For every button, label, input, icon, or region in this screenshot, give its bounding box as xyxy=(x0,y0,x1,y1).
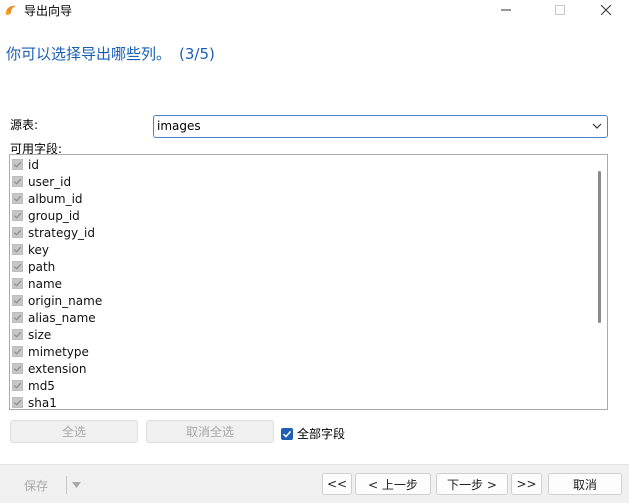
source-table-value: images xyxy=(157,119,201,133)
field-row[interactable]: origin_name xyxy=(12,292,102,309)
navicat-app-icon xyxy=(4,3,18,17)
field-name: id xyxy=(28,157,39,172)
field-row[interactable]: size xyxy=(12,326,51,343)
checkbox-checked-icon[interactable] xyxy=(12,159,23,170)
source-table-select[interactable]: images xyxy=(153,115,608,138)
checkbox-checked-icon[interactable] xyxy=(12,312,23,323)
field-name: mimetype xyxy=(28,344,89,359)
checkbox-checked-icon[interactable] xyxy=(12,244,23,255)
close-icon xyxy=(601,5,611,15)
first-step-button[interactable]: << xyxy=(322,473,352,495)
minimize-button[interactable] xyxy=(483,0,529,20)
field-name: strategy_id xyxy=(28,225,96,240)
field-row[interactable]: id xyxy=(12,156,39,173)
checkbox-checked-icon[interactable] xyxy=(12,295,23,306)
checkbox-checked-icon[interactable] xyxy=(12,278,23,289)
checkbox-checked-icon xyxy=(281,427,293,440)
next-step-button[interactable]: 下一步 > xyxy=(436,473,508,495)
save-button-label: 保存 xyxy=(23,478,48,493)
step-indicator: (3/5) xyxy=(179,45,215,63)
maximize-button[interactable] xyxy=(537,0,583,20)
field-name: album_id xyxy=(28,191,83,206)
window-title: 导出向导 xyxy=(24,4,73,18)
checkbox-checked-icon[interactable] xyxy=(12,227,23,238)
field-row[interactable]: alias_name xyxy=(12,309,96,326)
field-row[interactable]: extension xyxy=(12,360,87,377)
last-step-button[interactable]: >> xyxy=(511,473,542,495)
save-split-button[interactable]: 保存 xyxy=(6,474,86,496)
field-name: path xyxy=(28,259,56,274)
field-name: extension xyxy=(28,361,87,376)
page-heading: 你可以选择导出哪些列。 (3/5) xyxy=(6,43,215,64)
deselect-all-button[interactable]: 取消全选 xyxy=(146,420,274,443)
previous-step-button[interactable]: < 上一步 xyxy=(355,473,431,495)
heading-text: 你可以选择导出哪些列。 xyxy=(6,45,172,63)
caret-down-icon[interactable] xyxy=(67,482,85,488)
checkbox-checked-icon[interactable] xyxy=(12,397,23,408)
chevron-down-icon xyxy=(592,123,602,129)
field-row[interactable]: mimetype xyxy=(12,343,89,360)
checkbox-checked-icon[interactable] xyxy=(12,346,23,357)
scrollbar[interactable] xyxy=(598,171,601,323)
maximize-icon xyxy=(555,5,565,15)
field-name: user_id xyxy=(28,174,72,189)
field-row[interactable]: path xyxy=(12,258,55,275)
cancel-button[interactable]: 取消 xyxy=(548,473,622,495)
field-name: group_id xyxy=(28,208,80,223)
all-fields-label: 全部字段 xyxy=(297,427,346,441)
field-row[interactable]: md5 xyxy=(12,377,55,394)
field-name: sha1 xyxy=(28,395,57,410)
checkbox-checked-icon[interactable] xyxy=(12,193,23,204)
field-name: md5 xyxy=(28,378,55,393)
title-bar: 导出向导 xyxy=(0,0,629,20)
field-row[interactable]: user_id xyxy=(12,173,71,190)
field-row[interactable]: group_id xyxy=(12,207,80,224)
checkbox-checked-icon[interactable] xyxy=(12,329,23,340)
field-name: key xyxy=(28,242,50,257)
select-all-button[interactable]: 全选 xyxy=(10,420,138,443)
close-button[interactable] xyxy=(583,0,629,20)
checkbox-checked-icon[interactable] xyxy=(12,380,23,391)
checkbox-checked-icon[interactable] xyxy=(12,363,23,374)
field-row[interactable]: name xyxy=(12,275,62,292)
checkbox-checked-icon[interactable] xyxy=(12,210,23,221)
field-name: alias_name xyxy=(28,310,96,325)
fields-list[interactable]: id user_id album_id group_id strategy_idkey p… xyxy=(9,154,608,410)
field-row[interactable]: sha1 xyxy=(12,394,57,410)
field-name: size xyxy=(28,327,52,342)
field-name: origin_name xyxy=(28,293,103,308)
field-row[interactable]: key xyxy=(12,241,49,258)
field-row[interactable]: strategy_id xyxy=(12,224,95,241)
field-name: name xyxy=(28,276,63,291)
source-table-label: 源表: xyxy=(10,118,39,132)
checkbox-checked-icon[interactable] xyxy=(12,176,23,187)
checkbox-checked-icon[interactable] xyxy=(12,261,23,272)
all-fields-checkbox[interactable]: 全部字段 xyxy=(281,425,345,442)
field-row[interactable]: album_id xyxy=(12,190,83,207)
